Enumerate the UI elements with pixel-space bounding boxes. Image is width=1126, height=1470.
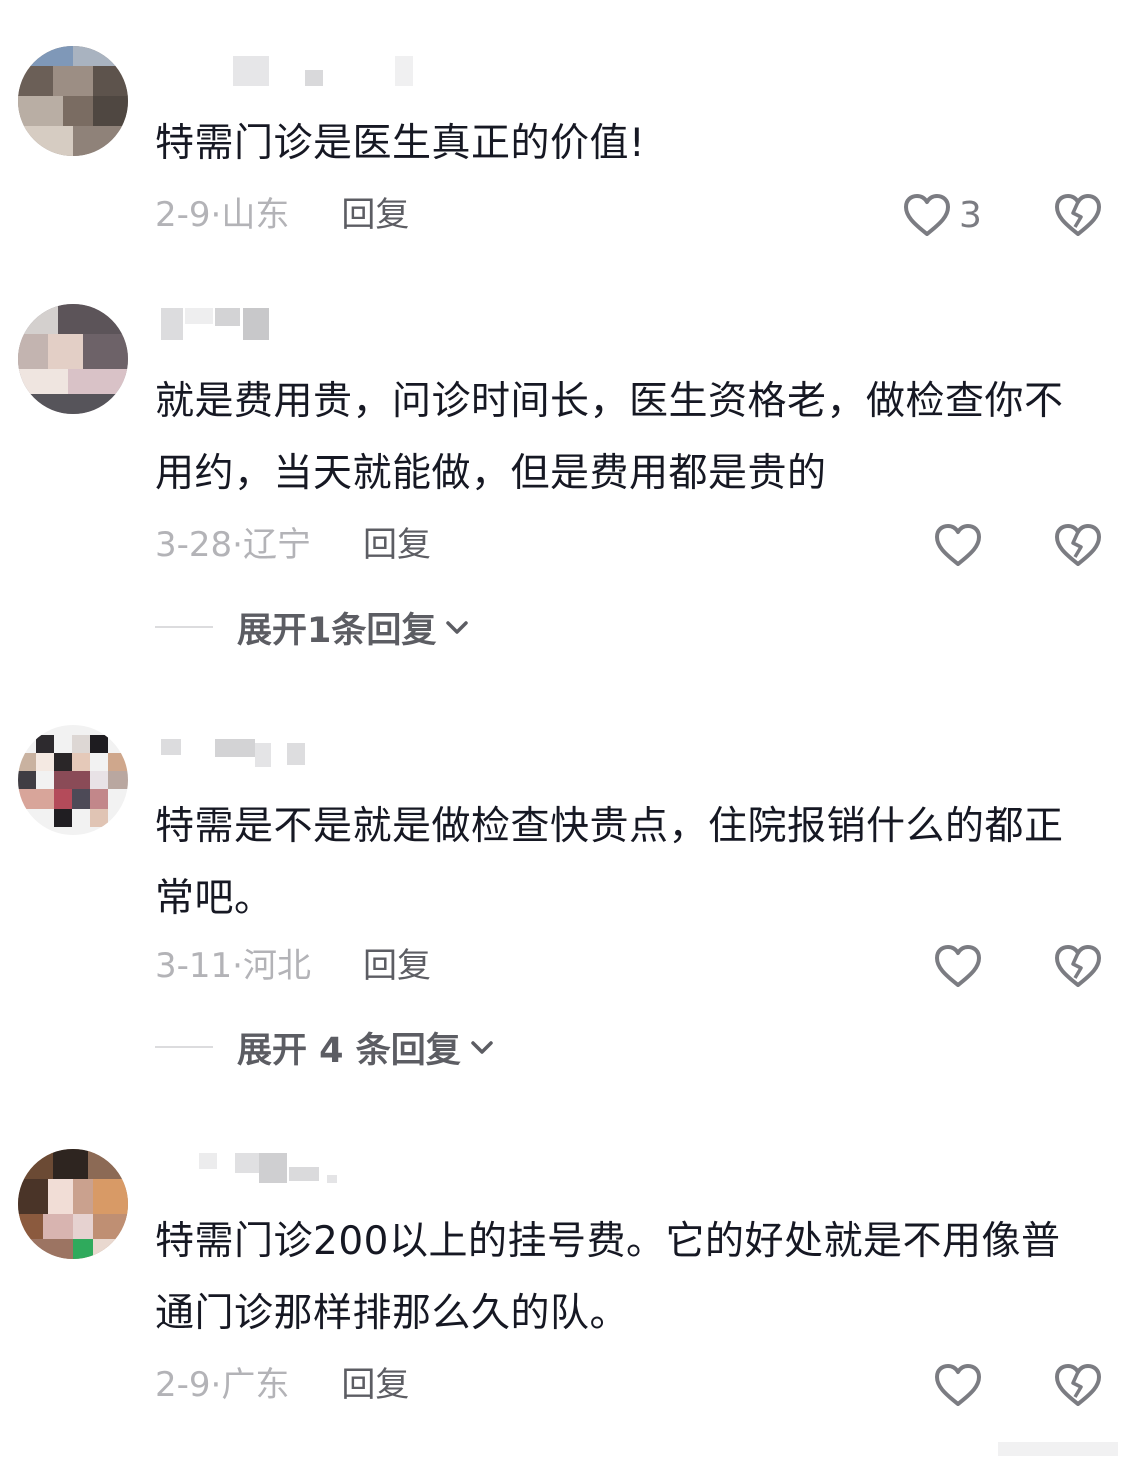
comment-item: 特需门诊200以上的挂号费。它的好处就是不用像普通门诊那样排那么久的队。 2-9… xyxy=(0,1135,1126,1435)
comment-meta: 3-11·河北 回复 xyxy=(155,946,431,986)
like-button[interactable] xyxy=(934,941,982,991)
broken-heart-icon xyxy=(1055,524,1101,566)
like-button[interactable] xyxy=(934,520,982,570)
heart-outline-icon xyxy=(935,524,981,566)
avatar[interactable] xyxy=(18,725,128,835)
comment-meta: 2-9·广东 回复 xyxy=(155,1365,410,1405)
broken-heart-icon xyxy=(1055,194,1101,236)
username-blurred[interactable] xyxy=(155,52,455,92)
watermark xyxy=(998,1432,1118,1462)
comment-item: 就是费用贵，问诊时间长，医生资格老，做检查你不用约，当天就能做，但是费用都是贵的… xyxy=(0,290,1126,670)
divider-line xyxy=(155,1046,213,1048)
comment-location: 辽宁 xyxy=(242,525,311,565)
avatar[interactable] xyxy=(18,1149,128,1259)
comment-meta: 2-9·山东 回复 xyxy=(155,195,410,235)
chevron-down-icon xyxy=(470,1041,493,1054)
like-count: 3 xyxy=(959,194,982,236)
comment-date: 3-11 xyxy=(155,946,233,986)
broken-heart-icon xyxy=(1055,1364,1101,1406)
heart-outline-icon xyxy=(935,945,981,987)
comment-date: 3-28 xyxy=(155,525,233,565)
avatar[interactable] xyxy=(18,304,128,414)
comment-meta: 3-28·辽宁 回复 xyxy=(155,525,431,565)
dislike-button[interactable] xyxy=(1054,1360,1102,1410)
expand-replies-label: 展开 4 条回复 xyxy=(237,1030,461,1071)
dislike-button[interactable] xyxy=(1054,520,1102,570)
chevron-down-icon xyxy=(446,621,469,634)
reply-button[interactable]: 回复 xyxy=(363,946,431,986)
comment-date: 2-9 xyxy=(155,195,211,235)
heart-outline-icon xyxy=(935,1364,981,1406)
like-button[interactable] xyxy=(934,1360,982,1410)
dislike-button[interactable] xyxy=(1054,941,1102,991)
expand-replies-button[interactable]: 展开 4 条回复 xyxy=(155,1022,655,1072)
comment-location: 河北 xyxy=(242,946,311,986)
reply-button[interactable]: 回复 xyxy=(341,195,409,235)
username-blurred[interactable] xyxy=(155,733,455,773)
comment-text: 特需是不是就是做检查快贵点，住院报销什么的都正常吧。 xyxy=(155,804,1064,921)
comment-text: 特需门诊200以上的挂号费。它的好处就是不用像普通门诊那样排那么久的队。 xyxy=(155,1219,1061,1336)
username-blurred[interactable] xyxy=(155,1149,455,1189)
comment-date: 2-9 xyxy=(155,1365,211,1405)
reply-button[interactable]: 回复 xyxy=(363,525,431,565)
like-button[interactable]: 3 xyxy=(903,190,982,240)
broken-heart-icon xyxy=(1055,945,1101,987)
reply-button[interactable]: 回复 xyxy=(341,1365,409,1405)
expand-replies-label: 展开1条回复 xyxy=(237,610,437,651)
divider-line xyxy=(155,626,213,628)
comment-text: 就是费用贵，问诊时间长，医生资格老，做检查你不用约，当天就能做，但是费用都是贵的 xyxy=(155,379,1064,496)
comment-item: 特需是不是就是做检查快贵点，住院报销什么的都正常吧。 3-11·河北 回复 展开 … xyxy=(0,715,1126,1095)
comment-text: 特需门诊是医生真正的价值! xyxy=(155,121,646,166)
heart-outline-icon xyxy=(904,194,950,236)
comment-item: 特需门诊是医生真正的价值! 2-9·山东 回复 3 xyxy=(0,0,1126,270)
expand-replies-button[interactable]: 展开1条回复 xyxy=(155,602,655,652)
comment-location: 广东 xyxy=(221,1365,290,1405)
avatar[interactable] xyxy=(18,46,128,156)
comment-location: 山东 xyxy=(221,195,290,235)
username-blurred[interactable] xyxy=(155,304,455,344)
dislike-button[interactable] xyxy=(1054,190,1102,240)
